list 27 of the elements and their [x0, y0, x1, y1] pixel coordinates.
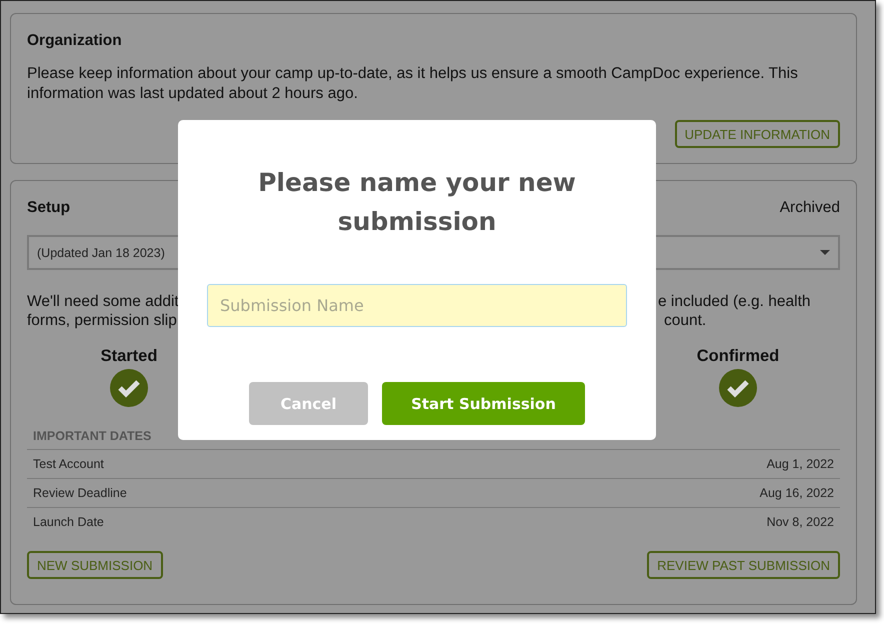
submission-button[interactable]: NEW SUBMISSION [27, 551, 163, 579]
step-label: Started [100, 346, 158, 366]
date-label: Test Account [33, 457, 104, 471]
submission-name-field[interactable]: Submission Name [207, 284, 627, 327]
check-circle-icon [719, 369, 757, 407]
date-label: Launch Date [33, 515, 104, 529]
description-fragment: We'll need some addit [27, 292, 179, 311]
date-value: Aug 16, 2022 [760, 486, 834, 500]
step-label: Confirmed [696, 346, 780, 366]
start-button[interactable]: Start Submission [382, 382, 585, 425]
date-value: Aug 1, 2022 [766, 457, 834, 471]
card-title: Organization [27, 31, 123, 51]
cancel-button[interactable]: Cancel [249, 382, 368, 425]
date-value: Nov 8, 2022 [766, 515, 834, 529]
description-fragment: forms, permission slip [27, 311, 177, 330]
check-circle-icon [110, 369, 148, 407]
section-heading: IMPORTANT DATES [32, 429, 152, 445]
status-label: Archived [780, 199, 840, 217]
submission-button[interactable]: REVIEW PAST SUBMISSION [647, 551, 840, 579]
description-fragment: e included (e.g. health [658, 292, 811, 311]
date-label: Review Deadline [33, 486, 127, 500]
dialog-title: Please name your new submission [257, 167, 577, 238]
description-fragment: count. [664, 311, 706, 330]
caret-icon [820, 250, 830, 255]
card-title: Setup [27, 198, 70, 218]
update-information-button[interactable]: UPDATE INFORMATION [674, 120, 840, 148]
description: Please keep information about your camp up-to-date, as it helps us ensure a smooth CampDoc experience. This information was last updated about 2 hours ago. [27, 64, 799, 104]
